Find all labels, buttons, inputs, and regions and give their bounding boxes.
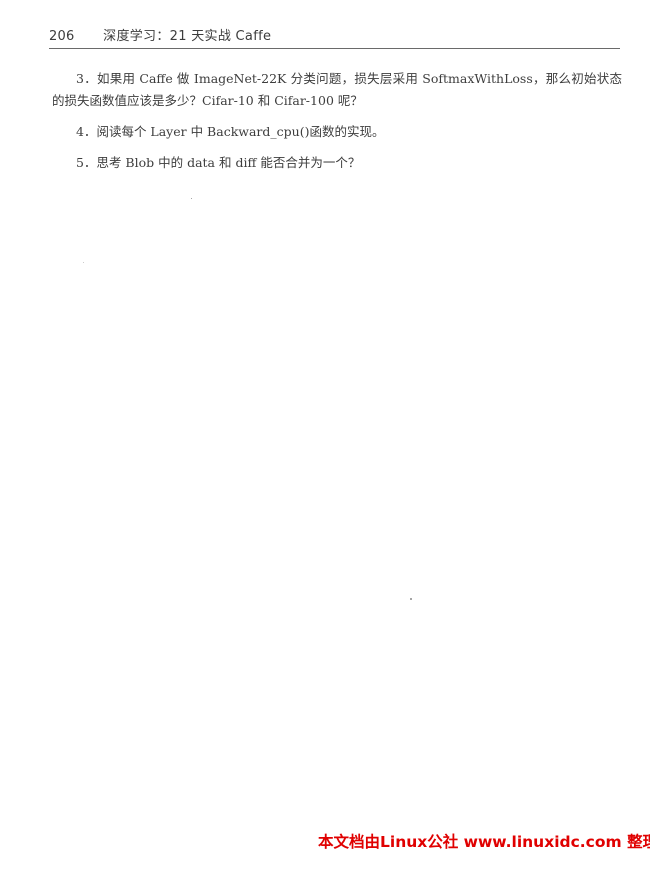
running-header: 206 深度学习：21 天实战 Caffe bbox=[49, 28, 620, 49]
scan-speck bbox=[191, 198, 192, 199]
scan-speck bbox=[410, 598, 412, 600]
book-title: 深度学习：21 天实战 Caffe bbox=[103, 29, 272, 44]
footer-credit: 本文档由Linux公社 www.linuxidc.com 整理 bbox=[318, 833, 650, 851]
exercise-list: 3．如果用 Caffe 做 ImageNet-22K 分类问题，损失层采用 So… bbox=[52, 68, 622, 183]
page-number: 206 bbox=[49, 29, 75, 44]
exercise-item-4: 4．阅读每个 Layer 中 Backward_cpu()函数的实现。 bbox=[76, 124, 385, 139]
exercise-item-5: 5．思考 Blob 中的 data 和 diff 能否合并为一个？ bbox=[76, 155, 361, 170]
exercise-item-3: 3．如果用 Caffe 做 ImageNet-22K 分类问题，损失层采用 So… bbox=[52, 71, 622, 108]
scan-speck bbox=[83, 262, 84, 263]
